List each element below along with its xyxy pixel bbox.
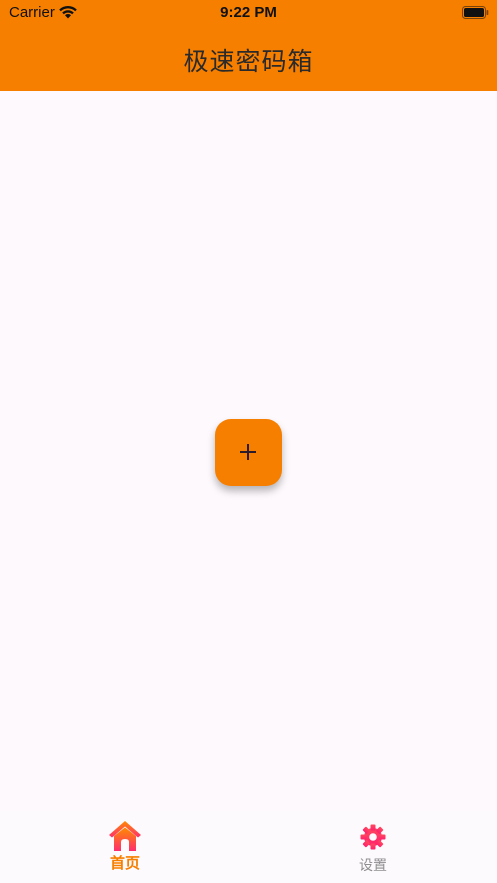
status-bar: Carrier 9:22 PM [0,0,497,26]
battery-icon [462,6,489,19]
page-title: 极速密码箱 [183,47,314,76]
home-icon [109,821,141,851]
plus-icon [240,444,256,460]
gear-icon [360,824,386,850]
add-button[interactable] [215,419,282,486]
tab-settings[interactable]: 设置 [303,811,443,883]
tab-bar: 首页 设置 [0,811,497,883]
tab-settings-label: 设置 [359,858,387,874]
status-time: 9:22 PM [220,4,277,21]
app-header: Carrier 9:22 PM 极速密码箱 [0,0,497,91]
tab-home[interactable]: 首页 [55,811,195,883]
tab-home-label: 首页 [109,854,140,872]
